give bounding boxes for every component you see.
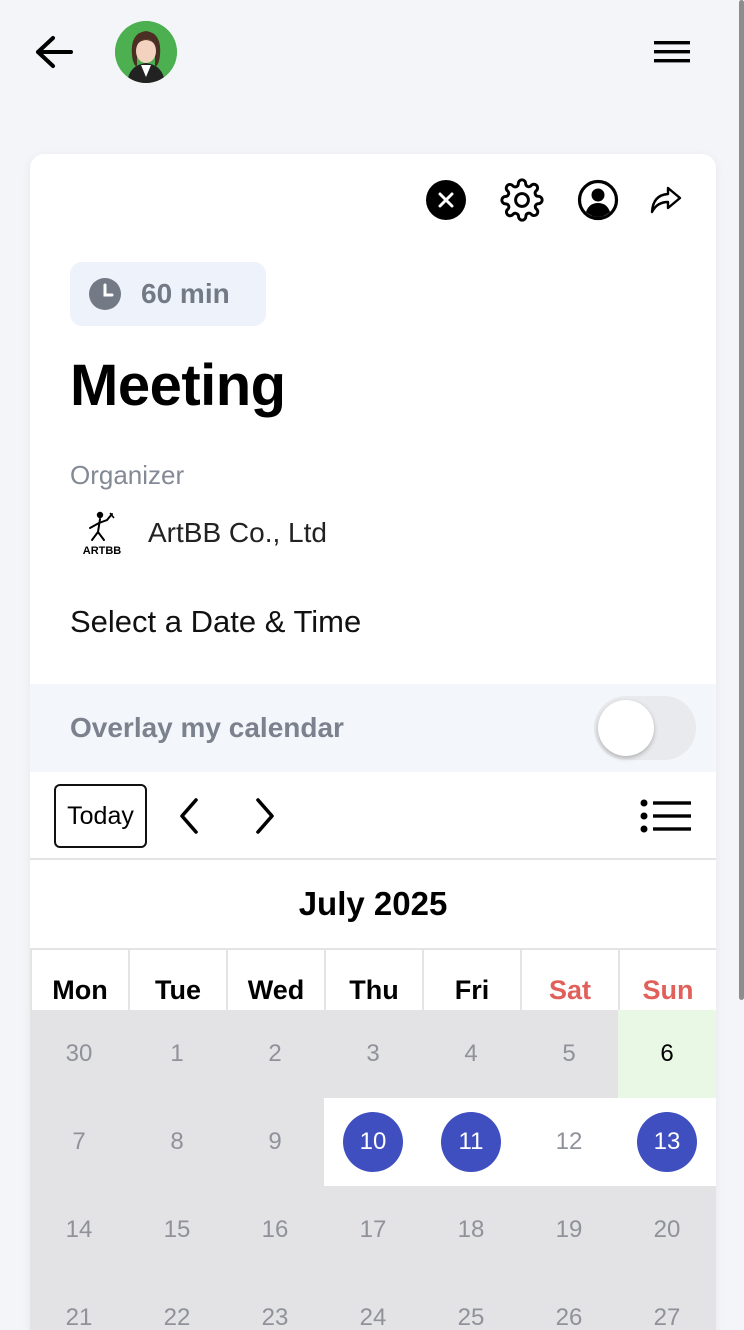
settings-button[interactable]: [484, 178, 560, 222]
calendar-week: 30 1 2 3 4 5 6: [30, 1010, 716, 1098]
calendar-day: 2: [226, 1010, 324, 1098]
weekday-sat: Sat: [520, 950, 618, 1010]
calendar-day: 21: [30, 1274, 128, 1330]
calendar-day: 5: [520, 1010, 618, 1098]
avatar-photo: [115, 21, 177, 83]
calendar-day: 25: [422, 1274, 520, 1330]
organizer-row: ARTBB ArtBB Co., Ltd: [80, 510, 327, 556]
calendar-day: 18: [422, 1186, 520, 1274]
calendar-day: 27: [618, 1274, 716, 1330]
chevron-left-icon: [180, 798, 198, 834]
calendar-day: 20: [618, 1186, 716, 1274]
available-day-button[interactable]: 10: [343, 1112, 403, 1172]
user-circle-icon: [577, 179, 619, 221]
organizer-name: ArtBB Co., Ltd: [148, 517, 327, 548]
calendar-day: 30: [30, 1010, 128, 1098]
share-button[interactable]: [636, 178, 696, 222]
calendar-week: 14 15 16 17 18 19 20: [30, 1186, 716, 1274]
calendar-day: 12: [520, 1098, 618, 1186]
event-card: 60 min Meeting Organizer ARTBB ArtBB Co.…: [30, 154, 716, 1330]
list-icon: [640, 799, 691, 833]
close-button[interactable]: [408, 178, 484, 222]
list-view-button[interactable]: [638, 794, 694, 838]
toggle-knob: [598, 700, 654, 756]
hamburger-menu-icon: [654, 41, 690, 63]
weekday-wed: Wed: [226, 950, 324, 1010]
calendar-day: 15: [128, 1186, 226, 1274]
card-actions: [408, 178, 696, 222]
weekday-sun: Sun: [618, 950, 716, 1010]
weekday-header: Mon Tue Wed Thu Fri Sat Sun: [30, 950, 716, 1010]
calendar-day-cell: 13: [618, 1098, 716, 1186]
calendar-day: 24: [324, 1274, 422, 1330]
calendar-day-cell: 10: [324, 1098, 422, 1186]
duration-text: 60 min: [141, 278, 230, 309]
event-title: Meeting: [70, 353, 286, 418]
calendar-day: 1: [128, 1010, 226, 1098]
calendar-day-today: 6: [618, 1010, 716, 1098]
calendar-week: 21 22 23 24 25 26 27: [30, 1274, 716, 1330]
weekday-thu: Thu: [324, 950, 422, 1010]
calendar-day: 26: [520, 1274, 618, 1330]
available-day-button[interactable]: 13: [637, 1112, 697, 1172]
overlay-calendar-toggle[interactable]: [594, 696, 696, 760]
weekday-tue: Tue: [128, 950, 226, 1010]
calendar-day: 3: [324, 1010, 422, 1098]
overlay-calendar-label: Overlay my calendar: [70, 712, 344, 743]
top-bar: [0, 0, 744, 110]
share-arrow-icon: [650, 186, 682, 214]
next-month-button[interactable]: [244, 794, 284, 838]
svg-text:ARTBB: ARTBB: [83, 545, 122, 556]
weekday-mon: Mon: [30, 950, 128, 1010]
page-scrollbar[interactable]: [739, 0, 744, 1000]
calendar-day: 8: [128, 1098, 226, 1186]
calendar-day: 14: [30, 1186, 128, 1274]
calendar-grid: 30 1 2 3 4 5 6 7 8 9 10 11 12 13 14 15 1…: [30, 1010, 716, 1330]
calendar-day: 16: [226, 1186, 324, 1274]
calendar-day: 17: [324, 1186, 422, 1274]
gear-icon: [500, 178, 544, 222]
menu-button[interactable]: [650, 36, 694, 68]
prev-month-button[interactable]: [170, 794, 210, 838]
calendar-day-cell: 11: [422, 1098, 520, 1186]
month-title: July 2025: [30, 860, 716, 950]
avatar[interactable]: [115, 21, 177, 83]
close-circle-icon: [426, 180, 466, 220]
profile-button[interactable]: [560, 178, 636, 222]
available-day-button[interactable]: 11: [441, 1112, 501, 1172]
calendar-week: 7 8 9 10 11 12 13: [30, 1098, 716, 1186]
calendar-day: 9: [226, 1098, 324, 1186]
arrow-left-icon: [36, 36, 73, 68]
calendar-day: 7: [30, 1098, 128, 1186]
today-button[interactable]: Today: [54, 784, 147, 848]
calendar-day: 19: [520, 1186, 618, 1274]
organizer-logo: ARTBB: [83, 511, 122, 556]
weekday-fri: Fri: [422, 950, 520, 1010]
clock-icon: [89, 278, 121, 310]
chevron-right-icon: [256, 798, 274, 834]
overlay-calendar-row: Overlay my calendar: [30, 684, 716, 772]
calendar-nav: Today: [30, 772, 716, 860]
select-date-time-heading: Select a Date & Time: [70, 604, 362, 639]
calendar-day: 22: [128, 1274, 226, 1330]
calendar-day: 23: [226, 1274, 324, 1330]
calendar-day: 4: [422, 1010, 520, 1098]
duration-badge: 60 min: [70, 262, 266, 326]
back-button[interactable]: [34, 32, 74, 72]
organizer-label: Organizer: [70, 460, 185, 490]
